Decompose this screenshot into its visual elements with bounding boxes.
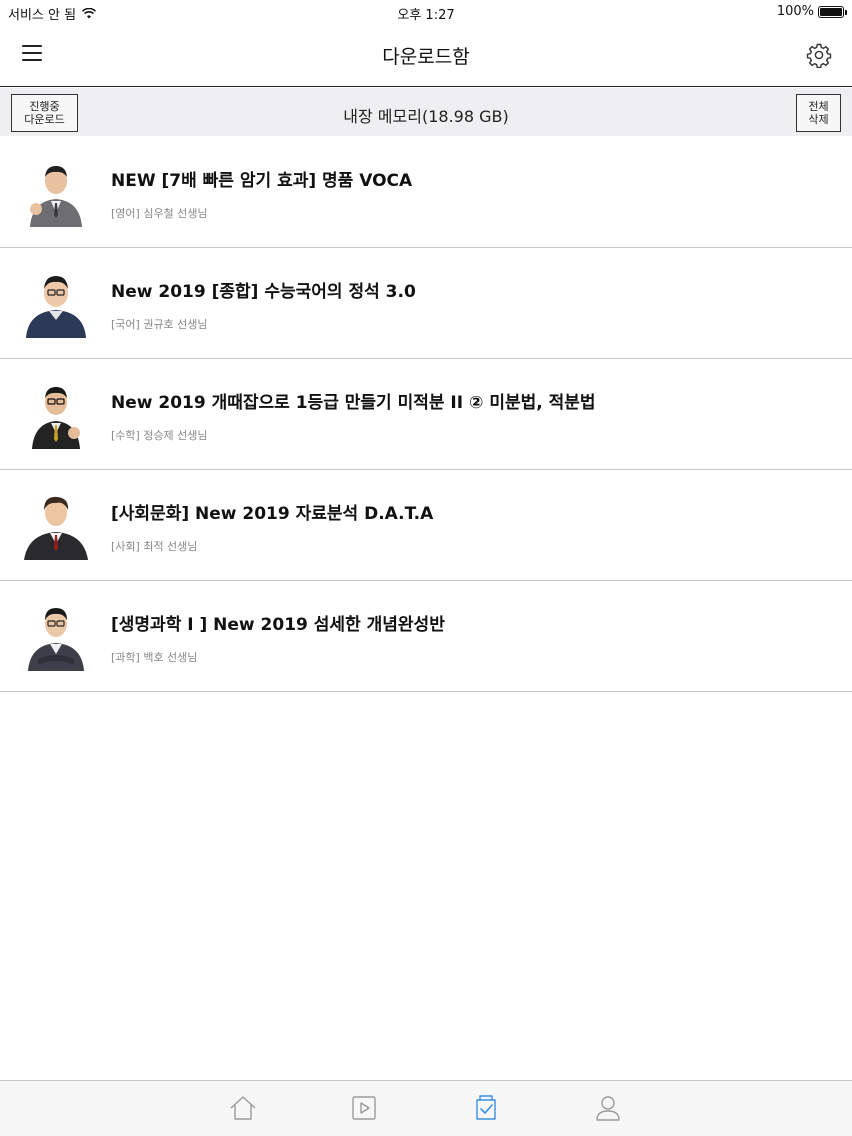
course-title: [생명과학 I ] New 2019 섬세한 개념완성반 [111,615,445,635]
delete-all-label-line2: 삭제 [808,113,829,126]
course-teacher: [수학] 정승제 선생님 [111,429,208,442]
teacher-avatar [20,599,92,671]
teacher-avatar [20,488,92,560]
list-item[interactable]: New 2019 [종합] 수능국어의 정석 3.0 [국어] 권규호 선생님 [0,248,852,359]
teacher-avatar [20,155,92,227]
status-bar: 서비스 안 됨 오후 1:27 100% [0,0,852,26]
battery-percent: 100% [776,4,814,19]
teacher-avatar [20,377,92,449]
course-title: [사회문화] New 2019 자료분석 D.A.T.A [111,504,434,524]
course-title: NEW [7배 빠른 암기 효과] 명품 VOCA [111,171,413,191]
list-item[interactable]: New 2019 개때잡으로 1등급 만들기 미적분 II ② 미분법, 적분법… [0,359,852,470]
person-icon[interactable] [593,1093,623,1123]
nav-bar: 다운로드함 [0,26,852,87]
battery-icon [818,5,847,18]
play-icon[interactable] [349,1093,379,1123]
course-title: New 2019 개때잡으로 1등급 만들기 미적분 II ② 미분법, 적분법 [111,393,596,413]
course-teacher: [사회] 최적 선생님 [111,540,198,553]
page-title: 다운로드함 [382,46,470,68]
gear-icon[interactable] [806,42,832,68]
storage-info: 내장 메모리(18.98 GB) [343,107,509,126]
list-item[interactable]: [사회문화] New 2019 자료분석 D.A.T.A [사회] 최적 선생님 [0,470,852,581]
download-box-icon[interactable] [471,1093,501,1123]
status-time: 오후 1:27 [397,8,455,23]
home-icon[interactable] [228,1093,258,1123]
download-list: NEW [7배 빠른 암기 효과] 명품 VOCA [영어] 심우철 선생님 N… [0,137,852,692]
teacher-avatar [20,266,92,338]
course-title: New 2019 [종합] 수능국어의 정석 3.0 [111,282,416,302]
list-item[interactable]: NEW [7배 빠른 암기 효과] 명품 VOCA [영어] 심우철 선생님 [0,137,852,248]
course-teacher: [과학] 백호 선생님 [111,651,198,664]
list-item[interactable]: [생명과학 I ] New 2019 섬세한 개념완성반 [과학] 백호 선생님 [0,581,852,692]
delete-all-button[interactable]: 전체 삭제 [796,94,841,132]
tab-bar [0,1080,852,1136]
storage-bar: 진행중 다운로드 내장 메모리(18.98 GB) 전체 삭제 [0,88,852,136]
delete-all-label-line1: 전체 [808,100,829,113]
status-right: 100% [776,4,847,19]
course-teacher: [국어] 권규호 선생님 [111,318,208,331]
course-teacher: [영어] 심우철 선생님 [111,207,208,220]
